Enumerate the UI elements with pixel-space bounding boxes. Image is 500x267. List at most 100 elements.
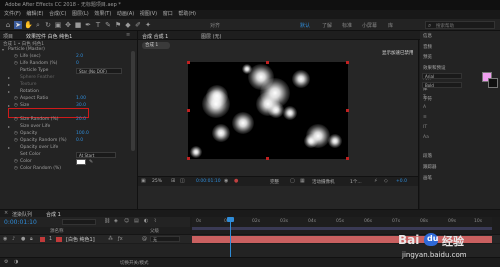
pick-whip-icon[interactable]: @ xyxy=(142,236,147,242)
param-row[interactable]: ◷ Color Random (%) xyxy=(2,165,132,173)
menu-help[interactable]: 帮助(H) xyxy=(178,10,196,19)
menu-effect[interactable]: 效果(T) xyxy=(94,10,111,19)
draft-3d-icon[interactable]: ◈ xyxy=(114,218,118,224)
stroke-color-swatch[interactable] xyxy=(488,78,498,88)
panel-tracker[interactable]: 跟踪器 xyxy=(423,164,437,170)
camera-tool-icon[interactable]: ▣ xyxy=(54,21,62,29)
tab-composition[interactable]: 合成 合成 1 xyxy=(142,33,168,40)
shy-layers-icon[interactable]: ☺ xyxy=(124,218,129,224)
menu-composition[interactable]: 合成(C) xyxy=(49,10,66,19)
menu-animation[interactable]: 动画(A) xyxy=(117,10,134,19)
panel-paragraph[interactable]: 段落 xyxy=(423,153,432,159)
clone-stamp-tool-icon[interactable]: ⚑ xyxy=(114,21,122,29)
transform-handle[interactable] xyxy=(187,157,190,160)
motion-blur-icon[interactable]: ◐ xyxy=(144,218,148,224)
workspace-learn[interactable]: 了解 xyxy=(322,22,332,29)
font-style-dropdown[interactable]: Bold xyxy=(422,82,462,88)
viewer-timecode[interactable]: 0:00:01:10 xyxy=(196,179,221,184)
current-time-indicator[interactable] xyxy=(230,217,231,257)
snapping-label[interactable]: 对齐 xyxy=(210,22,220,29)
tab-project[interactable]: 项目 xyxy=(3,33,13,40)
brush-tool-icon[interactable]: ✎ xyxy=(104,21,112,29)
comp-mini-flowchart-icon[interactable]: ⛓ xyxy=(104,218,110,224)
roi-icon[interactable]: ▢ xyxy=(290,178,295,184)
menu-edit[interactable]: 编辑(E) xyxy=(26,10,43,19)
transform-handle[interactable] xyxy=(187,61,190,64)
fx-switch-icon[interactable]: ƒx xyxy=(118,236,123,242)
selection-tool-icon[interactable]: ➤ xyxy=(14,21,22,29)
vertical-scale-icon[interactable]: IT xyxy=(423,125,427,130)
expand-modes-icon[interactable]: ◑ xyxy=(14,259,18,265)
camera-dropdown[interactable]: 活动摄像机 xyxy=(312,179,335,185)
time-ruler[interactable]: 0s 01s 02s 03s 04s 05s 06s 07s 08s 09s 1… xyxy=(192,217,492,234)
layer-label-color[interactable] xyxy=(40,237,45,242)
lock-icon[interactable]: 🔒︎ xyxy=(30,236,33,242)
menu-view[interactable]: 视图(V) xyxy=(140,10,157,19)
pen-tool-icon[interactable]: ✒ xyxy=(84,21,92,29)
workspace-libraries[interactable]: 库 xyxy=(388,22,393,29)
color-channel-icon[interactable]: ● xyxy=(234,178,238,184)
work-area-bar[interactable] xyxy=(192,227,492,230)
views-dropdown[interactable]: 1个... xyxy=(350,179,362,185)
comp-breadcrumb[interactable]: 合成 1 xyxy=(142,42,170,49)
layer-name[interactable]: [白色 纯色1] xyxy=(66,236,95,243)
baseline-shift-icon[interactable]: Aa xyxy=(423,135,429,140)
rotate-tool-icon[interactable]: ↻ xyxy=(44,21,52,29)
stopwatch-icon[interactable]: ◷ xyxy=(14,165,18,173)
effect-controls-scrollbar[interactable] xyxy=(131,51,135,151)
frame-blending-icon[interactable]: ▤ xyxy=(134,218,139,224)
puppet-tool-icon[interactable]: ✦ xyxy=(144,21,152,29)
panel-menu-icon[interactable]: ≡ xyxy=(126,32,130,38)
grid-icon[interactable]: ⊞ xyxy=(171,178,175,184)
panel-info[interactable]: 信息 xyxy=(423,32,446,43)
shape-tool-icon[interactable]: ■ xyxy=(74,21,82,29)
transform-handle[interactable] xyxy=(346,109,349,112)
pan-behind-tool-icon[interactable]: ✥ xyxy=(64,21,72,29)
graph-editor-icon[interactable]: ⌇ xyxy=(154,218,156,224)
panel-brush[interactable]: 画笔 xyxy=(423,175,432,181)
workspace-standard[interactable]: 标准 xyxy=(342,22,352,29)
always-preview-icon[interactable]: ▣ xyxy=(141,178,146,184)
menu-file[interactable]: 文件(F) xyxy=(4,10,21,19)
zoom-dropdown[interactable]: 25% xyxy=(152,179,162,184)
hand-tool-icon[interactable]: ✋ xyxy=(24,21,33,29)
toggle-switches-modes[interactable]: 切换开关/模式 xyxy=(120,260,149,266)
3d-view-icon[interactable]: ◇ xyxy=(384,178,388,184)
audio-icon[interactable]: ♪ xyxy=(12,236,15,242)
tab-layer[interactable]: 图层 (无) xyxy=(201,33,222,40)
expand-switches-icon[interactable]: ⚙ xyxy=(4,259,8,265)
snapshot-icon[interactable]: ◉ xyxy=(224,178,228,184)
panel-preview[interactable]: 预览 xyxy=(423,53,446,64)
roto-brush-tool-icon[interactable]: ✐ xyxy=(134,21,142,29)
parent-dropdown[interactable]: 无 xyxy=(150,236,180,242)
menu-window[interactable]: 窗口 xyxy=(163,10,173,19)
menu-layer[interactable]: 图层(L) xyxy=(72,10,89,19)
font-family-dropdown[interactable]: Arial xyxy=(422,73,462,79)
type-tool-icon[interactable]: T xyxy=(94,21,102,29)
timeline-timecode[interactable]: 0:00:01:10 xyxy=(4,219,37,226)
home-icon[interactable]: ⌂ xyxy=(4,21,12,29)
workspace-small[interactable]: 小屏幕 xyxy=(362,22,377,29)
stroke-width-icon[interactable]: ≡ xyxy=(423,115,427,120)
transform-handle[interactable] xyxy=(187,109,190,112)
exposure-value[interactable]: +0.0 xyxy=(396,179,407,184)
transform-handle[interactable] xyxy=(266,157,269,160)
workspace-default[interactable]: 默认 xyxy=(300,22,310,29)
panel-audio[interactable]: 音频 xyxy=(423,43,446,54)
solo-icon[interactable]: ● xyxy=(21,236,25,242)
help-search-field[interactable]: ⌕ 搜索帮助 xyxy=(425,21,495,29)
transform-handle[interactable] xyxy=(346,61,349,64)
visibility-eye-icon[interactable]: ◉ xyxy=(3,236,7,242)
transparency-grid-icon[interactable]: ▦ xyxy=(300,178,305,184)
mask-icon[interactable]: ◫ xyxy=(180,178,185,184)
eraser-tool-icon[interactable]: ◆ xyxy=(124,21,132,29)
playhead-handle[interactable] xyxy=(227,217,234,222)
font-size-icon[interactable]: T xyxy=(423,95,426,100)
tab-effect-controls[interactable]: 效果控件 白色 纯色1 xyxy=(26,33,72,40)
fast-preview-icon[interactable]: ⚡ xyxy=(374,178,378,184)
layer-switches-icon[interactable]: ⁂ xyxy=(108,236,113,242)
panel-character[interactable]: 字符 xyxy=(423,95,446,106)
close-icon[interactable]: × xyxy=(4,210,8,216)
transform-handle[interactable] xyxy=(266,61,269,64)
zoom-tool-icon[interactable]: ⌕ xyxy=(34,21,42,29)
